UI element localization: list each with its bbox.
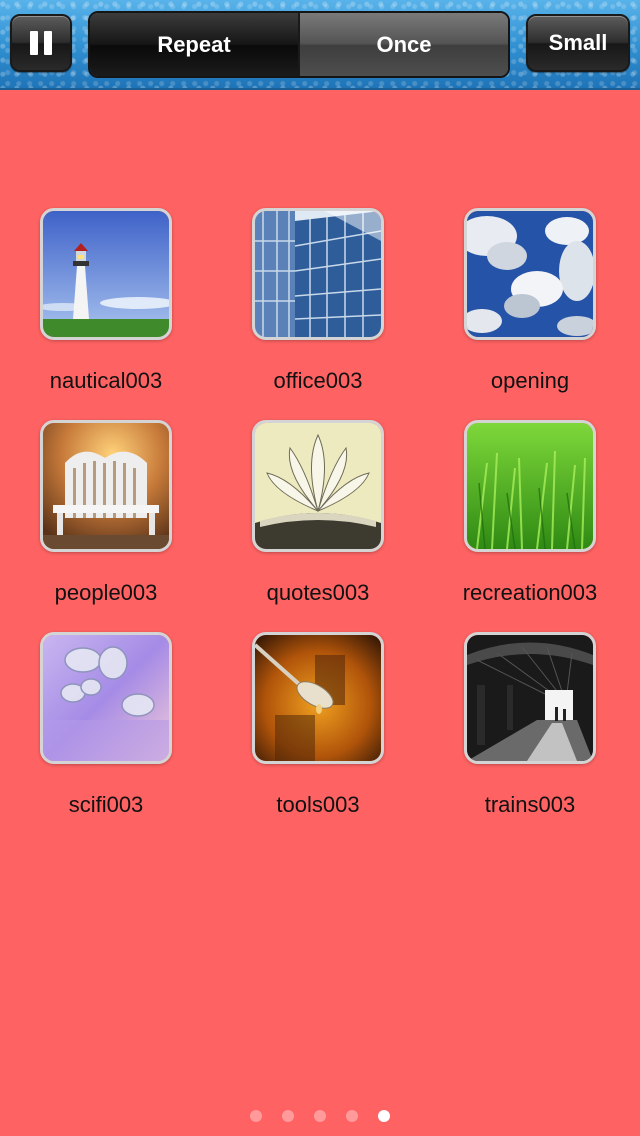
grid-item-label: opening: [490, 368, 570, 393]
page-indicator[interactable]: [0, 1108, 640, 1124]
grid-item-opening[interactable]: opening: [424, 208, 624, 408]
grid-item-label: recreation003: [462, 580, 598, 605]
white-chair-photo: [40, 420, 172, 552]
spoon-photo: [252, 632, 384, 764]
grid-item-label: tools003: [276, 792, 360, 817]
grid-item-label: trains003: [484, 792, 576, 817]
grid-item-label: scifi003: [68, 792, 144, 817]
open-book-photo: [252, 420, 384, 552]
repeat-segment[interactable]: Repeat: [90, 13, 298, 76]
grass-photo: [464, 420, 596, 552]
top-toolbar: Repeat Once Small: [0, 0, 640, 90]
pause-icon: [27, 31, 55, 55]
page-dot-active[interactable]: [378, 1110, 390, 1122]
grid-item-label: people003: [54, 580, 158, 605]
once-segment[interactable]: Once: [298, 13, 508, 76]
pause-button[interactable]: [10, 14, 72, 72]
grid-item-quotes003[interactable]: quotes003: [212, 420, 412, 620]
page-dot[interactable]: [282, 1110, 294, 1122]
grid-item-label: quotes003: [266, 580, 370, 605]
grid-item-label: office003: [273, 368, 363, 393]
grid-item-scifi003[interactable]: scifi003: [0, 632, 200, 832]
grid-item-label: nautical003: [49, 368, 163, 393]
grid-item-tools003[interactable]: tools003: [212, 632, 412, 832]
train-station-photo: [464, 632, 596, 764]
glass-spheres-photo: [40, 632, 172, 764]
playback-mode-segmented-control: Repeat Once: [88, 11, 510, 78]
grid-item-people003[interactable]: people003: [0, 420, 200, 620]
lighthouse-photo: [40, 208, 172, 340]
page-dot[interactable]: [314, 1110, 326, 1122]
grid-item-recreation003[interactable]: recreation003: [424, 420, 624, 620]
grid-item-trains003[interactable]: trains003: [424, 632, 624, 832]
page-dot[interactable]: [250, 1110, 262, 1122]
grid-item-office003[interactable]: office003: [212, 208, 412, 408]
clouds-photo: [464, 208, 596, 340]
grid-item-nautical003[interactable]: nautical003: [0, 208, 200, 408]
glass-building-photo: [252, 208, 384, 340]
page-dot[interactable]: [346, 1110, 358, 1122]
size-toggle-button[interactable]: Small: [526, 14, 630, 72]
